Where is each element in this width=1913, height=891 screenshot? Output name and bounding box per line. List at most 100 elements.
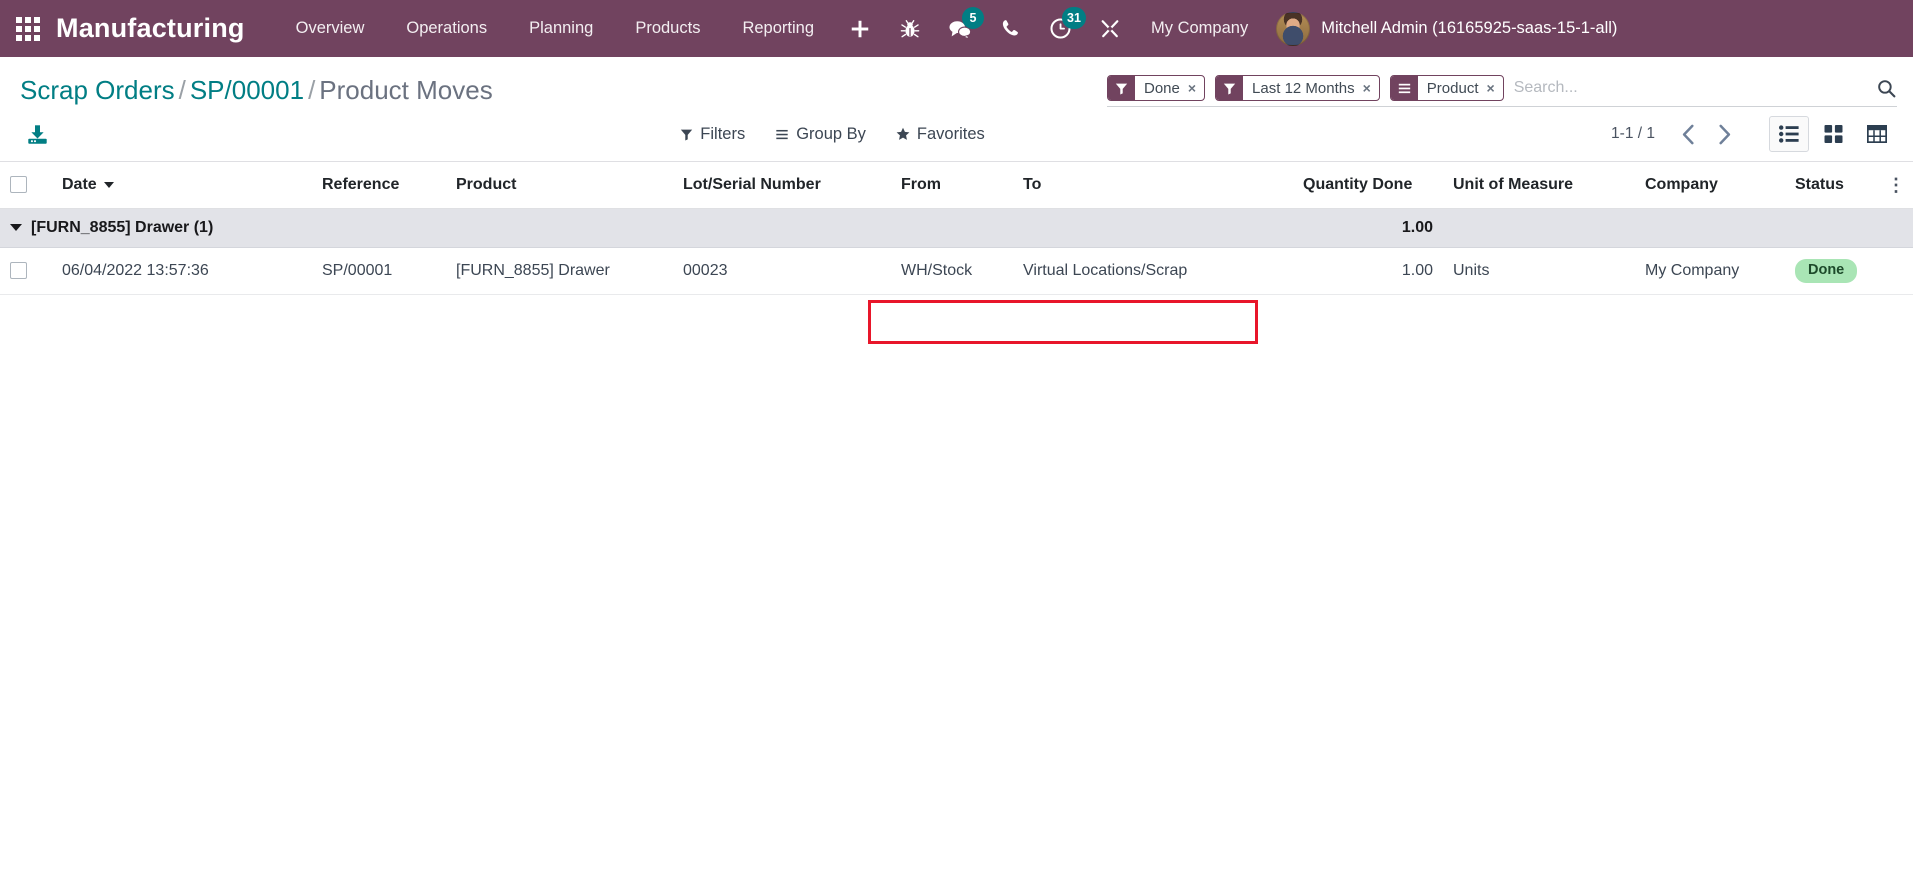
facet-product-label-wrap: Product × bbox=[1418, 76, 1503, 100]
groupby-dropdown[interactable]: Group By bbox=[775, 125, 866, 144]
pager-next-button[interactable] bbox=[1707, 117, 1741, 151]
column-header-from[interactable]: From bbox=[891, 162, 1013, 209]
facet-done-label: Done bbox=[1144, 79, 1180, 97]
group-row-label-cell[interactable]: [FURN_8855] Drawer (1) bbox=[0, 208, 1293, 248]
phone-icon-button[interactable] bbox=[985, 0, 1035, 57]
menu-operations[interactable]: Operations bbox=[385, 0, 508, 57]
user-menu[interactable]: Mitchell Admin (16165925-saas-15-1-all) bbox=[1264, 11, 1623, 46]
phone-icon bbox=[1002, 20, 1018, 36]
table-row[interactable]: 06/04/2022 13:57:36 SP/00001 [FURN_8855]… bbox=[0, 247, 1913, 295]
plus-icon bbox=[851, 20, 869, 37]
facet-product[interactable]: Product × bbox=[1389, 75, 1504, 101]
vertical-dots-icon: ⋮ bbox=[1887, 174, 1905, 195]
column-header-lot-serial-number[interactable]: Lot/Serial Number bbox=[673, 162, 891, 209]
favorites-label: Favorites bbox=[916, 124, 985, 143]
facet-done-remove[interactable]: × bbox=[1188, 80, 1196, 96]
chevron-left-icon bbox=[1682, 124, 1694, 144]
menu-overview[interactable]: Overview bbox=[275, 0, 386, 57]
facet-product-remove[interactable]: × bbox=[1487, 80, 1495, 96]
menu-products[interactable]: Products bbox=[614, 0, 721, 57]
facet-product-label: Product bbox=[1426, 79, 1479, 97]
list-view-icon bbox=[1779, 125, 1799, 143]
filters-dropdown[interactable]: Filters bbox=[680, 125, 745, 144]
cell-quantity-done[interactable]: 1.00 bbox=[1293, 247, 1443, 295]
breadcrumb-item-product-moves: Product Moves bbox=[319, 75, 493, 105]
apps-menu-button[interactable] bbox=[0, 0, 56, 57]
group-row-product[interactable]: [FURN_8855] Drawer (1) 1.00 bbox=[0, 208, 1913, 248]
column-options-button[interactable]: ⋮ bbox=[1877, 162, 1913, 209]
view-list-button[interactable] bbox=[1769, 116, 1809, 152]
search-panel: Done × Last 12 Months × Product × Search… bbox=[1107, 73, 1897, 107]
search-icon[interactable] bbox=[1866, 78, 1897, 99]
cell-product[interactable]: [FURN_8855] Drawer bbox=[446, 247, 673, 295]
column-header-to[interactable]: To bbox=[1013, 162, 1293, 209]
breadcrumb-item-scrap-orders[interactable]: Scrap Orders bbox=[20, 75, 175, 105]
view-switcher bbox=[1769, 116, 1897, 152]
messages-badge: 5 bbox=[962, 7, 984, 29]
pivot-view-icon bbox=[1867, 125, 1887, 143]
favorites-dropdown[interactable]: Favorites bbox=[896, 125, 985, 144]
search-input[interactable] bbox=[1513, 74, 1866, 102]
filters-label: Filters bbox=[700, 124, 746, 143]
control-panel: Scrap Orders / SP/00001/Product Moves Done… bbox=[0, 57, 1913, 162]
tools-icon-button[interactable] bbox=[1085, 0, 1135, 57]
group-row-company-cell bbox=[1635, 208, 1785, 248]
facet-last-12-months-remove[interactable]: × bbox=[1363, 80, 1371, 96]
column-header-unit-of-measure[interactable]: Unit of Measure bbox=[1443, 162, 1635, 209]
breadcrumb-item-sp00001[interactable]: SP/00001 bbox=[190, 75, 304, 105]
column-label-date: Date bbox=[62, 176, 97, 193]
column-header-status[interactable]: Status bbox=[1785, 162, 1877, 209]
pager-previous-button[interactable] bbox=[1671, 117, 1705, 151]
view-pivot-button[interactable] bbox=[1857, 116, 1897, 152]
list-view: Date Reference Product Lot/Serial Number… bbox=[0, 162, 1913, 295]
activities-icon-button[interactable]: 31 bbox=[1035, 0, 1086, 57]
cell-to-location[interactable]: Virtual Locations/Scrap bbox=[1013, 247, 1293, 295]
column-header-product[interactable]: Product bbox=[446, 162, 673, 209]
facet-done[interactable]: Done × bbox=[1107, 75, 1206, 101]
messages-icon-button[interactable]: 5 bbox=[935, 0, 985, 57]
facet-last-12-months[interactable]: Last 12 Months × bbox=[1215, 75, 1380, 101]
chevron-right-icon bbox=[1718, 124, 1730, 144]
sort-desc-caret-icon bbox=[103, 181, 114, 188]
group-by-icon bbox=[1390, 76, 1418, 100]
view-kanban-button[interactable] bbox=[1813, 116, 1853, 152]
cell-status[interactable]: Done bbox=[1785, 247, 1877, 295]
app-brand-title[interactable]: Manufacturing bbox=[56, 13, 275, 44]
group-collapse-caret-icon[interactable] bbox=[10, 224, 22, 232]
cell-reference[interactable]: SP/00001 bbox=[312, 247, 446, 295]
table-header-row: Date Reference Product Lot/Serial Number… bbox=[0, 162, 1913, 209]
user-name-label: Mitchell Admin (16165925-saas-15-1-all) bbox=[1321, 19, 1618, 37]
row-select-cell[interactable] bbox=[0, 247, 52, 295]
download-export-icon bbox=[27, 124, 47, 144]
export-button[interactable] bbox=[20, 117, 54, 151]
filter-icon bbox=[1216, 76, 1244, 100]
bug-icon bbox=[900, 19, 920, 37]
column-header-company[interactable]: Company bbox=[1635, 162, 1785, 209]
bug-icon-button[interactable] bbox=[885, 0, 935, 57]
apps-grid-icon bbox=[16, 16, 40, 41]
menu-reporting[interactable]: Reporting bbox=[721, 0, 835, 57]
tools-icon bbox=[1101, 19, 1119, 37]
facet-last-12-months-label: Last 12 Months bbox=[1252, 79, 1355, 97]
breadcrumb-separator-2: / bbox=[308, 75, 316, 105]
company-switcher[interactable]: My Company bbox=[1135, 19, 1264, 38]
column-header-reference[interactable]: Reference bbox=[312, 162, 446, 209]
column-header-date[interactable]: Date bbox=[52, 162, 312, 209]
column-header-quantity-done[interactable]: Quantity Done bbox=[1293, 162, 1443, 209]
cell-from-location[interactable]: WH/Stock bbox=[891, 247, 1013, 295]
group-row-options-cell bbox=[1877, 208, 1913, 248]
row-checkbox[interactable] bbox=[10, 262, 27, 280]
cell-date[interactable]: 06/04/2022 13:57:36 bbox=[52, 247, 312, 295]
cell-company[interactable]: My Company bbox=[1635, 247, 1785, 295]
groupby-label: Group By bbox=[796, 124, 866, 143]
searchview: Done × Last 12 Months × Product × Search… bbox=[1107, 73, 1897, 107]
pager-counter: 1-1 / 1 bbox=[1611, 125, 1655, 142]
plus-icon-button[interactable] bbox=[835, 0, 885, 57]
select-all-header[interactable] bbox=[0, 162, 52, 209]
cell-unit-of-measure[interactable]: Units bbox=[1443, 247, 1635, 295]
cell-lot-serial-number[interactable]: 00023 bbox=[673, 247, 891, 295]
menu-planning[interactable]: Planning bbox=[508, 0, 614, 57]
select-all-checkbox[interactable] bbox=[10, 176, 27, 194]
annotation-highlight-rectangle bbox=[868, 300, 1258, 344]
group-row-uom-cell bbox=[1443, 208, 1635, 248]
